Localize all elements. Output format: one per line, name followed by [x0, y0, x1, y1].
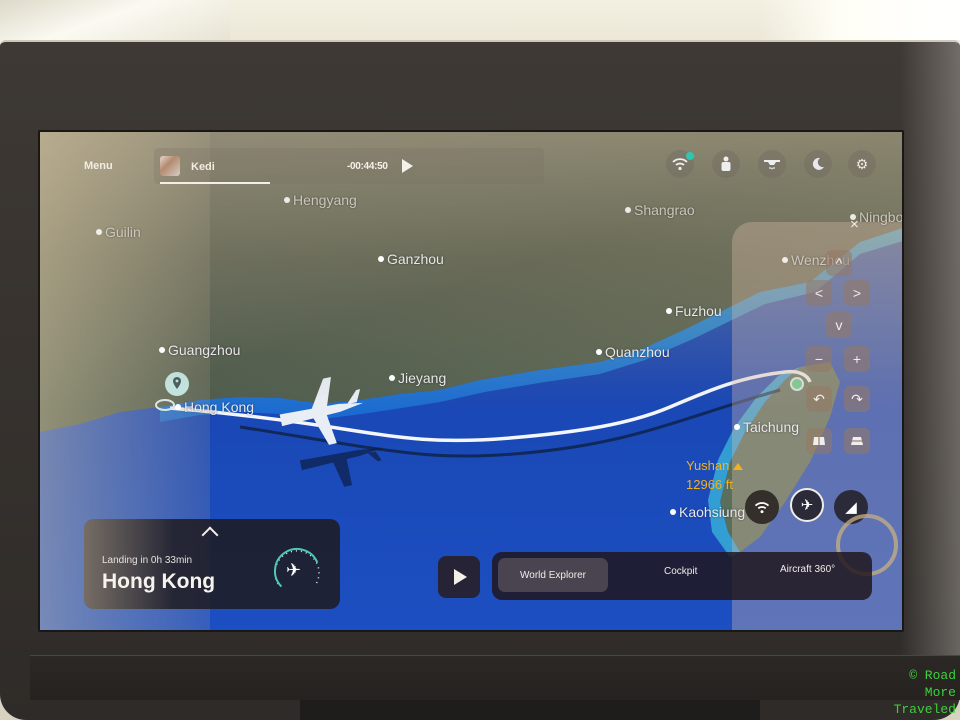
city-label: Quanzhou [596, 344, 670, 360]
view-mode-bar: World Explorer Cockpit Aircraft 360° [492, 552, 872, 600]
media-thumbnail [160, 156, 180, 176]
person-icon [721, 156, 731, 171]
play-icon[interactable] [402, 159, 413, 173]
watermark-line: More [924, 685, 956, 700]
pan-left-button[interactable]: < [806, 280, 832, 306]
chevron-up-icon[interactable] [201, 526, 219, 544]
monitor-bezel [30, 655, 960, 700]
tab-aircraft-360[interactable]: Aircraft 360° [780, 564, 835, 575]
destination-name: Hong Kong [102, 570, 216, 593]
tab-cockpit[interactable]: Cockpit [664, 566, 697, 577]
origin-marker [790, 377, 804, 391]
city-label: Guangzhou [159, 342, 240, 358]
tab-label: World Explorer [520, 569, 586, 581]
city-label: Shangrao [625, 202, 695, 218]
ife-screen: Hengyang Guilin Shangrao Ningbo Ganzhou … [38, 130, 904, 632]
cabin-window-light [760, 0, 960, 45]
reading-light-button[interactable] [758, 150, 786, 178]
city-label: Jieyang [389, 370, 446, 386]
pan-down-button[interactable]: v [826, 312, 852, 338]
attendant-call-button[interactable] [712, 150, 740, 178]
rotate-left-icon: ↶ [813, 390, 825, 407]
airplane-icon: ✈ [800, 497, 814, 514]
city-label: Taichung [734, 419, 799, 435]
now-playing-widget[interactable]: Kedi -00:44:50 [154, 148, 544, 184]
pan-up-button[interactable]: ^ [826, 250, 852, 276]
city-label: Hong Kong [175, 399, 254, 415]
media-title: Kedi [191, 161, 215, 173]
rotate-right-button[interactable]: ↷ [844, 386, 870, 412]
menu-button[interactable]: Menu [84, 160, 113, 172]
compass-icon: ◢ [845, 499, 857, 516]
landmark-elevation: 12966 ft [686, 477, 733, 492]
wifi-status-dot [686, 152, 694, 160]
wifi-icon [672, 158, 688, 171]
minus-icon: − [814, 351, 824, 367]
moon-icon [812, 157, 824, 170]
flat-view-button[interactable] [844, 428, 870, 454]
watermark: © Road More Traveled [894, 667, 956, 718]
photo-scene: Hengyang Guilin Shangrao Ningbo Ganzhou … [0, 0, 960, 720]
close-controls-button[interactable]: × [850, 216, 859, 233]
top-bar: Menu Kedi -00:44:50 ⚙ [40, 132, 902, 192]
media-progress-bar [160, 182, 271, 184]
airplane-icon: ✈ [286, 560, 302, 580]
pan-right-button[interactable]: > [844, 280, 870, 306]
monitor-glare [900, 40, 960, 700]
city-label: Kaohsiung [670, 504, 745, 520]
wifi-icon [754, 501, 770, 513]
watermark-line: © Road [909, 668, 956, 683]
plus-icon: + [852, 351, 862, 367]
zoom-in-button[interactable]: + [844, 346, 870, 372]
gear-icon: ⚙ [855, 155, 869, 172]
city-label: Ganzhou [378, 251, 444, 267]
city-label: Fuzhou [666, 303, 722, 319]
cabin-vent [0, 0, 230, 42]
monitor-stand [300, 700, 760, 720]
city-label: Hengyang [284, 192, 357, 208]
chevron-right-icon: > [852, 285, 862, 301]
landing-eta: Landing in 0h 33min [102, 555, 193, 566]
tab-world-explorer[interactable]: World Explorer [498, 558, 608, 592]
map-flat-icon [851, 437, 863, 445]
tilt-view-button[interactable] [806, 428, 832, 454]
wifi-layer-button[interactable] [745, 490, 779, 524]
center-aircraft-button[interactable]: ✈ [790, 488, 824, 522]
play-button[interactable] [438, 556, 480, 598]
landmark-name: Yushan [686, 458, 730, 473]
location-pin-icon [165, 372, 189, 396]
map-tilt-icon [813, 437, 825, 445]
rotate-left-button[interactable]: ↶ [806, 386, 832, 412]
night-mode-button[interactable] [804, 150, 832, 178]
reading-light-icon [764, 160, 780, 170]
settings-button[interactable]: ⚙ [848, 150, 876, 178]
chevron-down-icon: v [835, 317, 843, 333]
mountain-icon [733, 463, 744, 470]
chevron-up-icon: ^ [835, 255, 843, 271]
media-remaining-time: -00:44:50 [347, 161, 388, 172]
chevron-left-icon: < [814, 285, 824, 301]
city-label: Guilin [96, 224, 141, 240]
landmark-yushan: Yushan 12966 ft [686, 456, 744, 494]
zoom-out-button[interactable]: − [806, 346, 832, 372]
flight-info-card[interactable]: Landing in 0h 33min Hong Kong ✈ [84, 519, 340, 609]
watermark-line: Traveled [893, 702, 956, 717]
rotate-right-icon: ↷ [851, 390, 863, 407]
